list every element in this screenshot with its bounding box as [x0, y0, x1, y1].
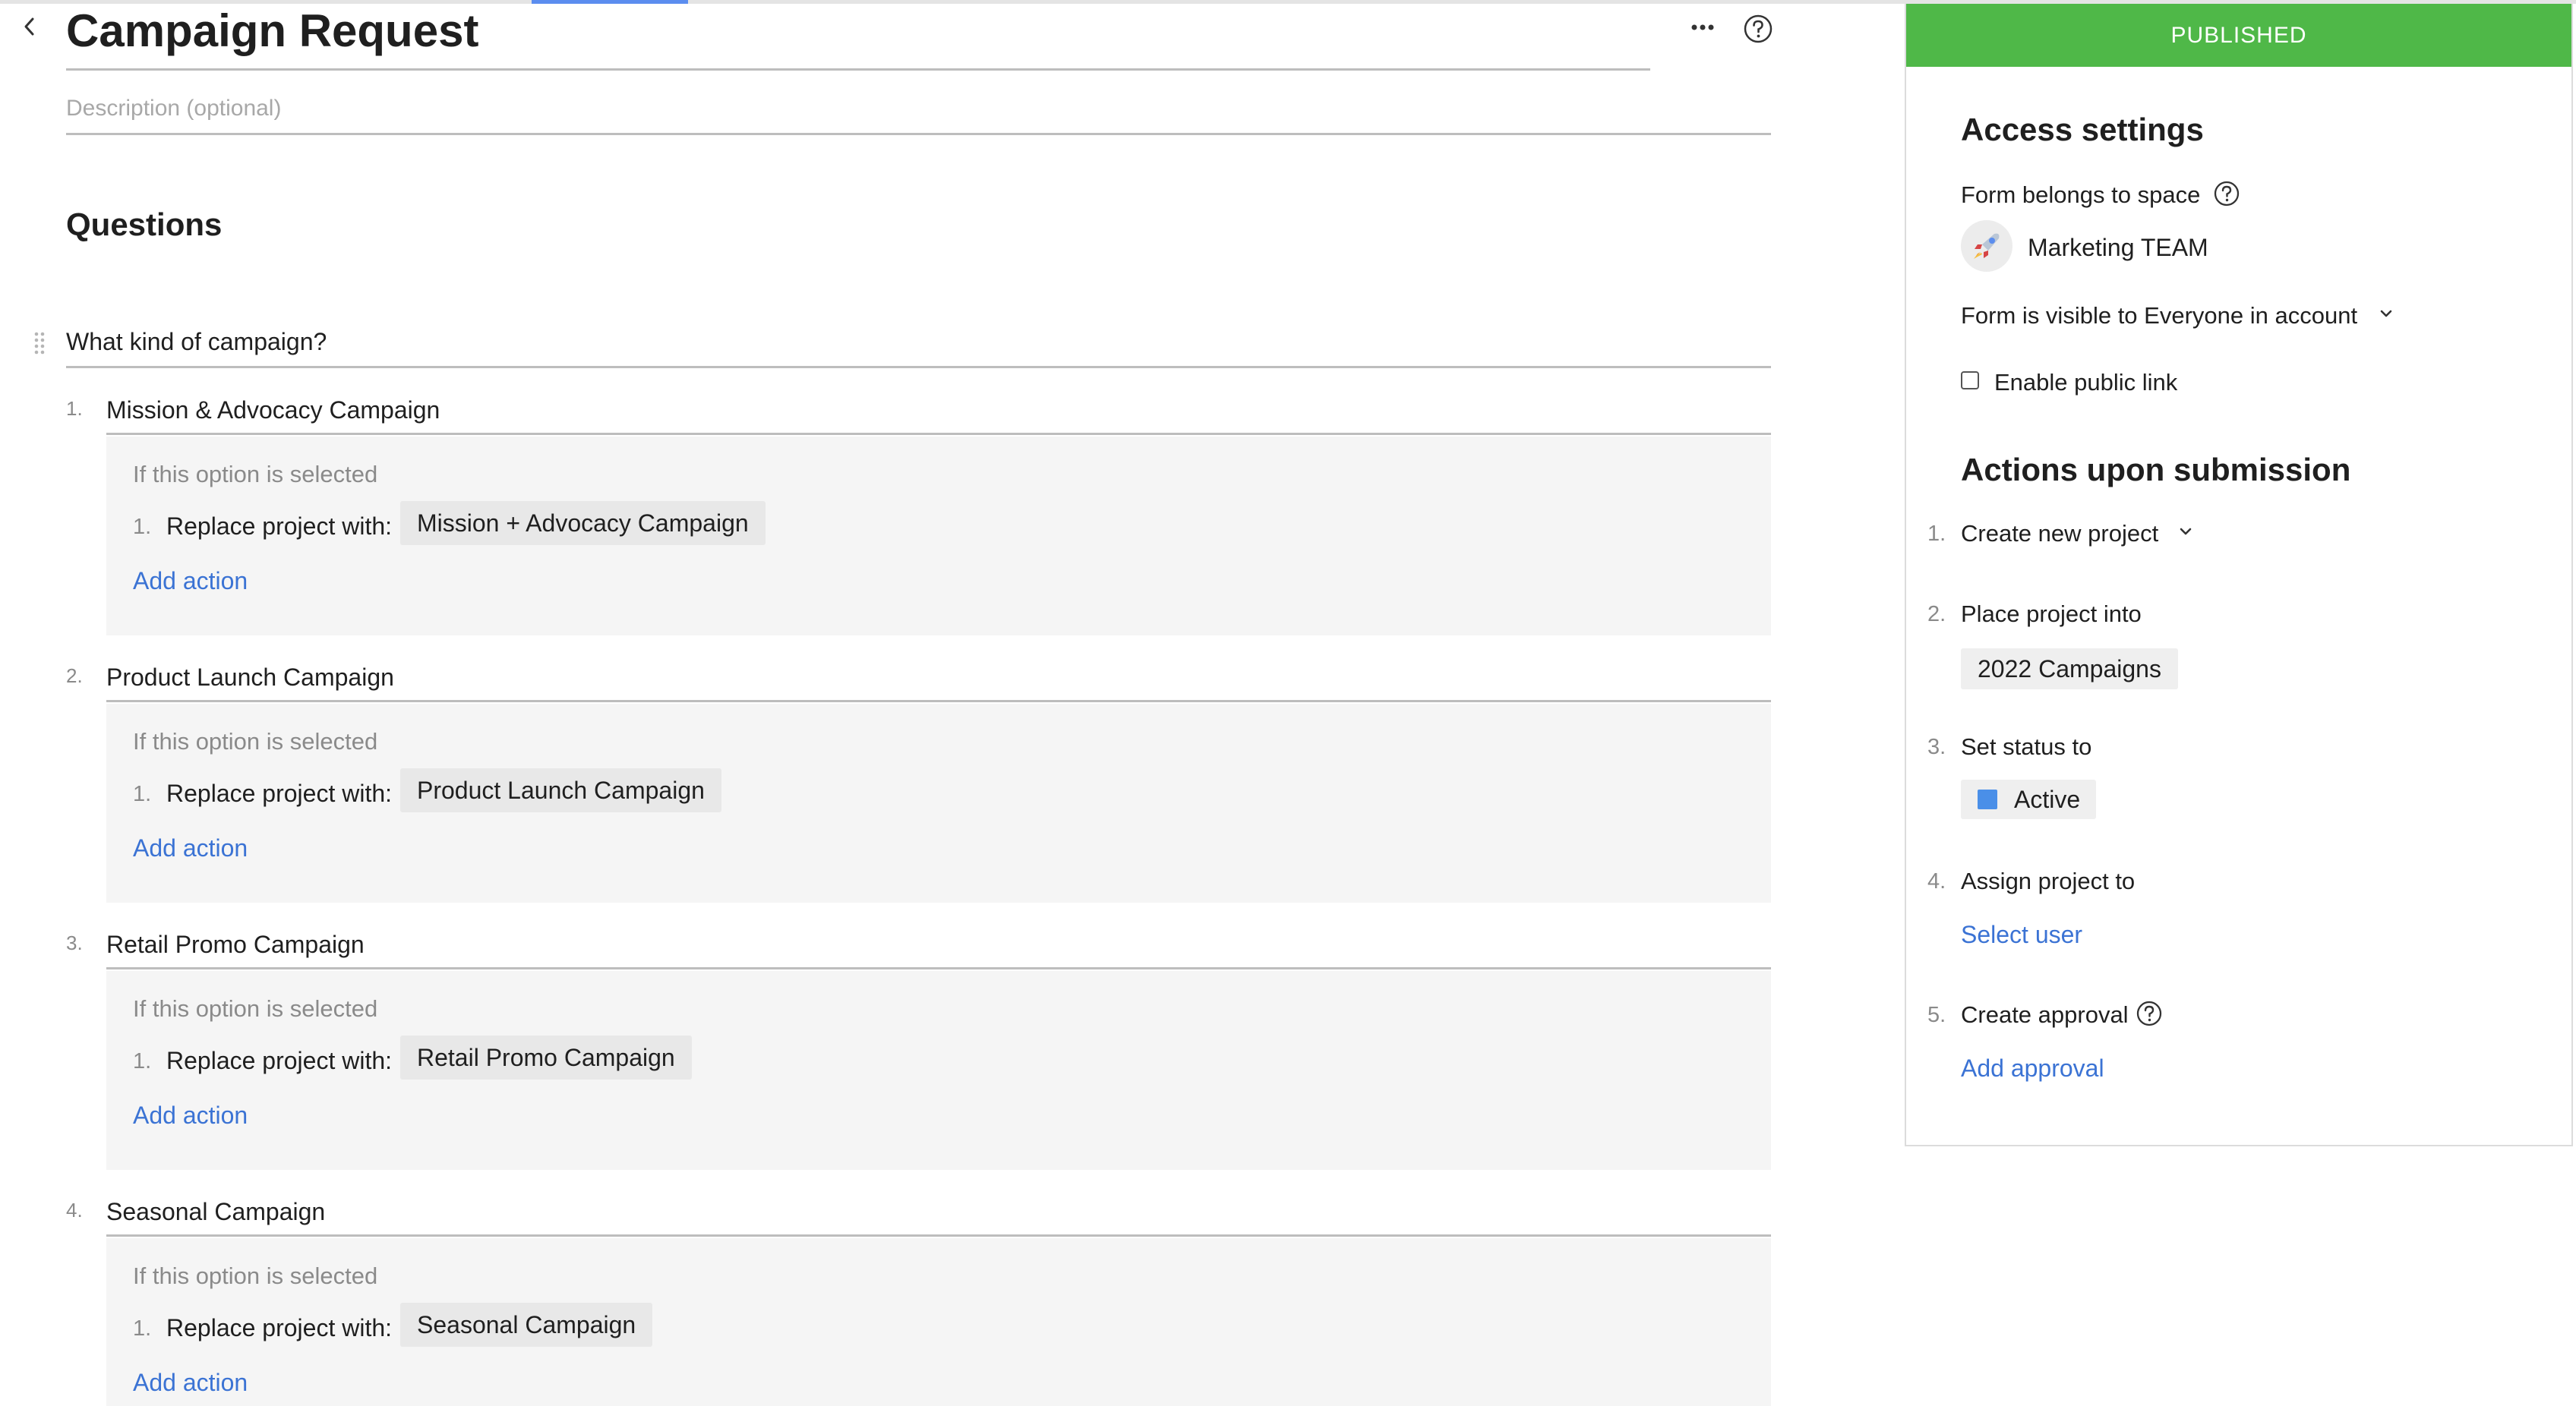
- option-field[interactable]: Seasonal Campaign: [106, 1193, 1771, 1237]
- action-label: Replace project with:: [166, 1314, 393, 1341]
- condition-title: If this option is selected: [133, 728, 378, 755]
- action-number: 1.: [1927, 522, 1946, 546]
- question-text: What kind of campaign?: [66, 328, 327, 355]
- option-label: Retail Promo Campaign: [106, 931, 365, 958]
- access-settings-heading: Access settings: [1961, 112, 2204, 147]
- add-action-link[interactable]: Add action: [133, 1102, 248, 1130]
- action-value-chip[interactable]: Product Launch Campaign: [400, 768, 721, 812]
- action-number: 3.: [1927, 735, 1946, 759]
- set-status-label: Set status to: [1961, 733, 2092, 760]
- status-chip[interactable]: Active: [1961, 780, 2096, 819]
- space-label: Form belongs to space: [1961, 181, 2201, 208]
- option-number: 3.: [66, 932, 83, 954]
- option-field[interactable]: Retail Promo Campaign: [106, 926, 1771, 969]
- question-field[interactable]: What kind of campaign?: [66, 325, 1771, 368]
- place-project-label: Place project into: [1961, 601, 2142, 627]
- chevron-down-icon[interactable]: [2377, 304, 2395, 323]
- add-action-link[interactable]: Add action: [133, 834, 248, 862]
- action-value-chip[interactable]: Seasonal Campaign: [400, 1303, 653, 1347]
- status-color-swatch: [1978, 790, 1997, 809]
- condition-title: If this option is selected: [133, 461, 378, 487]
- space-name[interactable]: Marketing TEAM: [2028, 234, 2208, 262]
- action-number: 1.: [133, 1049, 152, 1073]
- questions-heading: Questions: [66, 206, 223, 242]
- create-project-label: Create new project: [1961, 520, 2159, 547]
- action-number: 2.: [1927, 602, 1946, 626]
- visibility-label: Form is visible to Everyone in account: [1961, 302, 2358, 329]
- create-project-dropdown[interactable]: Create new project: [1961, 520, 2158, 547]
- action-number: 4.: [1927, 869, 1946, 894]
- question-circle-icon[interactable]: [2136, 1000, 2163, 1027]
- action-label: Replace project with:: [166, 1047, 393, 1074]
- option-label: Product Launch Campaign: [106, 664, 394, 691]
- option-condition-panel: If this option is selected 1. Replace pr…: [106, 971, 1771, 1170]
- public-link-checkbox[interactable]: [1961, 371, 1979, 389]
- option-field[interactable]: Mission & Advocacy Campaign: [106, 392, 1771, 435]
- option-label: Seasonal Campaign: [106, 1198, 326, 1225]
- chevron-down-icon[interactable]: [2177, 522, 2195, 541]
- chevron-left-icon[interactable]: [18, 15, 41, 38]
- add-action-link[interactable]: Add action: [133, 1369, 248, 1397]
- add-action-link[interactable]: Add action: [133, 567, 248, 595]
- action-number: 1.: [133, 782, 152, 806]
- option-label: Mission & Advocacy Campaign: [106, 396, 440, 424]
- form-title-field[interactable]: Campaign Request: [66, 0, 1650, 71]
- assign-project-label: Assign project to: [1961, 868, 2136, 894]
- option-condition-panel: If this option is selected 1. Replace pr…: [106, 437, 1771, 635]
- action-label: Replace project with:: [166, 512, 393, 540]
- published-status-banner: PUBLISHED: [1906, 4, 2571, 67]
- page-title: Campaign Request: [66, 5, 479, 56]
- option-field[interactable]: Product Launch Campaign: [106, 659, 1771, 702]
- action-number: 1.: [133, 1316, 152, 1341]
- condition-title: If this option is selected: [133, 1263, 378, 1289]
- action-value-chip[interactable]: Mission + Advocacy Campaign: [400, 501, 766, 545]
- drag-handle-icon[interactable]: [33, 331, 46, 355]
- space-avatar: [1961, 220, 2012, 272]
- question-circle-icon[interactable]: [1743, 14, 1773, 44]
- visibility-dropdown[interactable]: Form is visible to Everyone in account: [1961, 302, 2357, 329]
- action-number: 1.: [133, 515, 152, 539]
- description-input[interactable]: Description (optional): [66, 91, 1771, 135]
- condition-title: If this option is selected: [133, 995, 378, 1022]
- option-number: 1.: [66, 397, 83, 420]
- create-approval-label: Create approval: [1961, 1001, 2129, 1028]
- public-link-label: Enable public link: [1994, 369, 2178, 396]
- actions-heading: Actions upon submission: [1961, 452, 2351, 487]
- option-number: 2.: [66, 664, 83, 687]
- folder-chip[interactable]: 2022 Campaigns: [1961, 648, 2178, 689]
- add-approval-link[interactable]: Add approval: [1961, 1054, 2104, 1083]
- action-label: Replace project with:: [166, 780, 393, 807]
- status-value: Active: [2014, 786, 2081, 813]
- question-circle-icon[interactable]: [2213, 180, 2240, 207]
- rocket-icon: [1974, 233, 2000, 259]
- option-condition-panel: If this option is selected 1. Replace pr…: [106, 1238, 1771, 1406]
- select-user-link[interactable]: Select user: [1961, 921, 2082, 949]
- option-number: 4.: [66, 1199, 83, 1222]
- more-dots-icon[interactable]: [1690, 17, 1715, 38]
- option-condition-panel: If this option is selected 1. Replace pr…: [106, 704, 1771, 903]
- action-value-chip[interactable]: Retail Promo Campaign: [400, 1036, 692, 1080]
- form-settings-sidebar: PUBLISHED Access settings Form belongs t…: [1905, 4, 2573, 1146]
- description-placeholder: Description (optional): [66, 96, 282, 121]
- action-number: 5.: [1927, 1003, 1946, 1027]
